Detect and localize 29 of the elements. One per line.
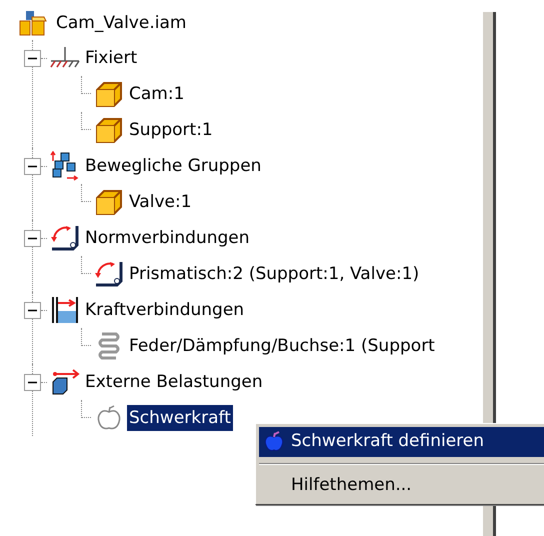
collapse-icon[interactable] [24, 230, 41, 246]
tree-item[interactable]: Externe Belastungen [83, 369, 265, 395]
tree-item[interactable]: Schwerkraft [127, 405, 233, 431]
tree-item[interactable]: Feder/Dämpfung/Buchse:1 (Support [127, 333, 437, 359]
tree-item[interactable]: Bewegliche Gruppen [83, 153, 264, 179]
force-joint-icon [49, 295, 81, 325]
tree-item[interactable]: Valve:1 [127, 189, 194, 215]
collapse-icon[interactable] [24, 158, 41, 174]
blocks-icon [49, 151, 81, 181]
cube-icon [94, 115, 124, 145]
cube-icon [94, 79, 124, 109]
collapse-icon[interactable] [24, 374, 41, 390]
joint-icon [49, 223, 81, 253]
tree-item[interactable]: Kraftverbindungen [83, 297, 246, 323]
tree-item[interactable]: Fixiert [83, 45, 140, 71]
collapse-icon[interactable] [24, 50, 41, 66]
apple-icon [95, 404, 123, 432]
menu-item[interactable]: Schwerkraft definieren [259, 427, 544, 457]
collapse-icon[interactable] [24, 302, 41, 318]
tree-item[interactable]: Cam_Valve.iam [54, 10, 188, 36]
joint-icon [93, 259, 125, 289]
tree-item[interactable]: Support:1 [127, 117, 215, 143]
assembly-icon [18, 9, 48, 37]
menu-item[interactable]: Hilfethemen... [259, 471, 544, 501]
apple-icon [263, 431, 285, 453]
tree-item[interactable]: Normverbindungen [83, 225, 252, 251]
tree-item[interactable]: Cam:1 [127, 81, 186, 107]
tree-item[interactable]: Prismatisch:2 (Support:1, Valve:1) [127, 261, 422, 287]
cube-icon [94, 187, 124, 217]
